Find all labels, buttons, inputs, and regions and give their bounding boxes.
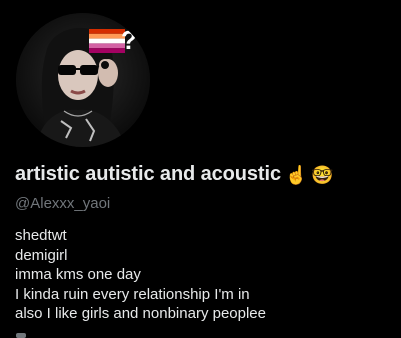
pointing-up-emoji-icon: ☝️	[284, 164, 308, 185]
bio-line: also I like girls and nonbinary peoplee	[15, 305, 266, 323]
display-name-row: artistic autistic and acoustic ☝️ 🤓	[15, 163, 334, 186]
profile-avatar[interactable]: ?	[16, 13, 150, 147]
lesbian-flag-icon	[89, 29, 125, 53]
bio-line: imma kms one day	[15, 266, 141, 284]
bio-line: shedtwt	[15, 227, 67, 244]
question-mark-icon: ?	[121, 25, 137, 55]
profile-bio: shedtwt demigirl imma kms one day I kind…	[15, 226, 266, 324]
user-handle: @Alexxx_yaoi	[15, 195, 111, 212]
bio-line: demigirl	[15, 246, 68, 264]
display-name: artistic autistic and acoustic	[15, 163, 281, 185]
location-icon	[16, 333, 26, 338]
bio-line: I kinda ruin every relationship I'm in	[15, 285, 250, 303]
nerd-face-emoji-icon: 🤓	[311, 164, 334, 185]
